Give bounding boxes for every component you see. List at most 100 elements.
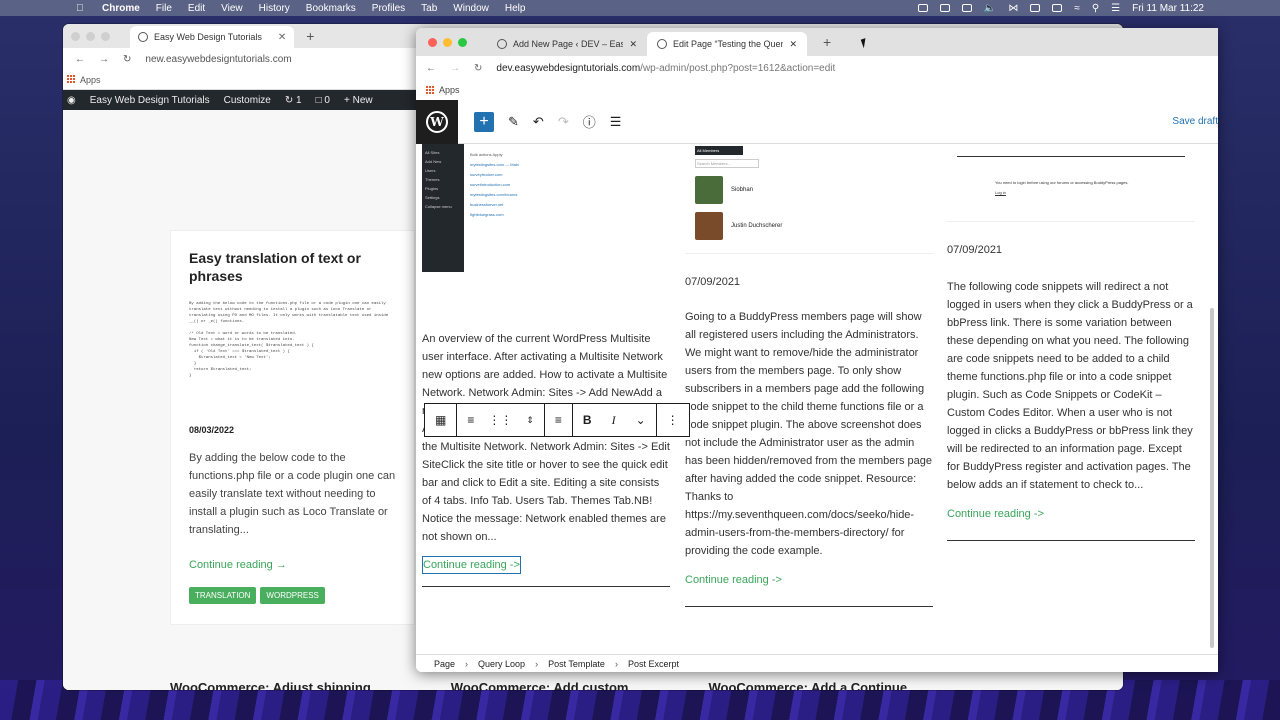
tab-add-new-page[interactable]: Add New Page ‹ DEV – Easy Web ✕: [487, 32, 647, 56]
tab-edit-page[interactable]: Edit Page “Testing the Query L ✕: [647, 32, 807, 56]
post-column-bp-redirect: You need to login before using our forum…: [947, 144, 1195, 541]
members-screenshot: All Members Search Members... Siobhan Ju…: [685, 144, 933, 254]
close-window-icon[interactable]: [428, 37, 437, 47]
adminbar-site-name[interactable]: Easy Web Design Tutorials: [90, 95, 210, 106]
close-tab-icon[interactable]: ✕: [629, 39, 637, 50]
breadcrumb-post-template[interactable]: Post Template: [548, 659, 605, 669]
italic-icon[interactable]: I: [602, 404, 626, 436]
screen-record-icon[interactable]: [917, 4, 928, 12]
apps-bookmark[interactable]: Apps: [80, 75, 101, 85]
apps-grid-icon[interactable]: [426, 85, 435, 95]
minimize-dot-icon[interactable]: [86, 31, 95, 41]
window-controls: [428, 37, 467, 47]
add-block-button[interactable]: +: [474, 111, 494, 132]
back-tab[interactable]: Easy Web Design Tutorials ✕: [130, 26, 295, 48]
keyboard-icon[interactable]: [1030, 4, 1041, 12]
bluetooth-icon[interactable]: ⋈: [1008, 3, 1018, 14]
menu-window[interactable]: Window: [453, 3, 489, 14]
wifi-icon[interactable]: ≈: [1074, 3, 1080, 14]
back-url-text[interactable]: new.easywebdesigntutorials.com: [145, 54, 291, 65]
close-tab-icon[interactable]: ✕: [789, 39, 797, 50]
reload-icon[interactable]: ↻: [123, 54, 131, 65]
apps-grid-icon[interactable]: [67, 75, 76, 84]
menu-tab[interactable]: Tab: [421, 3, 437, 14]
block-type-icon[interactable]: ▦: [425, 404, 458, 436]
editor-scrollbar[interactable]: [1210, 308, 1214, 648]
breadcrumb-page[interactable]: Page: [434, 659, 455, 669]
more-formatting-chevron-icon[interactable]: ⌄: [626, 404, 657, 436]
editor-canvas[interactable]: All Sites Add New Users Themes Plugins S…: [416, 144, 1218, 658]
block-options-icon[interactable]: ⋮: [657, 404, 689, 436]
next-post-title[interactable]: WooCommerce: Add a Continue: [708, 680, 907, 690]
list-view-icon[interactable]: ☰: [610, 114, 622, 130]
adminbar-comments[interactable]: □ 0: [316, 95, 330, 106]
menu-file[interactable]: File: [156, 3, 172, 14]
align-icon[interactable]: ≡: [545, 404, 573, 436]
menu-bookmarks[interactable]: Bookmarks: [306, 3, 356, 14]
apps-bookmark[interactable]: Apps: [439, 85, 460, 95]
post-excerpt[interactable]: An overview of the current WordPress Mul…: [422, 330, 670, 546]
dropbox-icon[interactable]: [939, 4, 950, 12]
url-field[interactable]: dev.easywebdesigntutorials.com/wp-admin/…: [496, 63, 835, 74]
tag-translation[interactable]: TRANSLATION: [189, 587, 257, 604]
forward-arrow-icon[interactable]: →: [450, 63, 460, 74]
control-center-icon[interactable]: ☰: [1111, 3, 1120, 14]
undo-icon[interactable]: ↶: [533, 114, 544, 130]
menu-view[interactable]: View: [221, 3, 243, 14]
continue-reading-link[interactable]: Continue reading →: [189, 559, 396, 571]
back-arrow-icon[interactable]: ←: [75, 54, 85, 65]
menu-history[interactable]: History: [259, 3, 290, 14]
menu-edit[interactable]: Edit: [188, 3, 205, 14]
next-post-title[interactable]: WooCommerce: Add custom: [451, 680, 629, 690]
new-tab-icon[interactable]: +: [823, 34, 831, 50]
post-title[interactable]: Easy translation of text or phrases: [189, 249, 396, 285]
post-excerpt[interactable]: The following code snippets will redirec…: [947, 278, 1195, 494]
back-arrow-icon[interactable]: ←: [426, 63, 436, 74]
adminbar-new[interactable]: + New: [344, 95, 373, 106]
volume-icon[interactable]: 🔈: [984, 3, 996, 14]
breadcrumb-post-excerpt[interactable]: Post Excerpt: [628, 659, 679, 669]
forward-arrow-icon[interactable]: →: [99, 54, 109, 65]
redo-icon[interactable]: ↷: [558, 114, 569, 130]
breadcrumb-query-loop[interactable]: Query Loop: [478, 659, 525, 669]
globe-icon: [138, 32, 148, 42]
new-tab-icon[interactable]: +: [306, 28, 314, 44]
apple-icon[interactable]: : [76, 3, 88, 14]
zoom-window-icon[interactable]: [458, 37, 467, 47]
window-controls-inactive: [71, 31, 110, 41]
front-address-bar[interactable]: ← → ↻ dev.easywebdesigntutorials.com/wp-…: [416, 56, 1218, 80]
continue-reading-link[interactable]: Continue reading ->: [685, 574, 933, 586]
continue-reading-link[interactable]: Continue reading ->: [947, 508, 1195, 520]
menubar-clock[interactable]: Fri 11 Mar 11:22: [1132, 3, 1204, 14]
minimize-window-icon[interactable]: [443, 37, 452, 47]
post-excerpt[interactable]: Going to a BuddyPress members page will …: [685, 308, 933, 560]
menu-help[interactable]: Help: [505, 3, 526, 14]
member-row: Justin Duchscherer: [685, 212, 933, 240]
next-post-title[interactable]: WooCommerce: Adjust shipping: [170, 680, 371, 690]
close-tab-icon[interactable]: ✕: [278, 32, 286, 43]
app-status-icon[interactable]: [961, 4, 972, 12]
tag-wordpress[interactable]: WORDPRESS: [260, 587, 325, 604]
pencil-tools-icon[interactable]: ✎: [508, 114, 519, 130]
post-tags: TRANSLATION WORDPRESS: [189, 587, 396, 604]
wordpress-logo-button[interactable]: W: [416, 99, 458, 144]
drag-handle-icon[interactable]: ⋮⋮: [484, 404, 516, 436]
post-excerpt-block-icon[interactable]: ≡: [457, 404, 484, 436]
move-up-down-icon[interactable]: ⇕: [516, 404, 545, 436]
continue-reading-link-selected[interactable]: Continue reading ->: [422, 556, 521, 574]
close-dot-icon[interactable]: [71, 31, 80, 41]
wordpress-logo-icon[interactable]: ◉: [67, 95, 76, 106]
menu-profiles[interactable]: Profiles: [372, 3, 405, 14]
adminbar-updates[interactable]: ↻ 1: [285, 95, 302, 106]
battery-icon[interactable]: [1052, 4, 1063, 12]
bold-icon[interactable]: B: [573, 404, 602, 436]
reload-icon[interactable]: ↻: [474, 63, 482, 74]
updates-count: 1: [296, 94, 302, 106]
zoom-dot-icon[interactable]: [101, 31, 110, 41]
menubar-app-name[interactable]: Chrome: [102, 3, 140, 14]
details-info-icon[interactable]: ⓘ: [583, 112, 596, 131]
adminbar-customize[interactable]: Customize: [224, 95, 271, 106]
spotlight-search-icon[interactable]: ⚲: [1092, 3, 1099, 14]
save-draft-button[interactable]: Save draft: [1172, 116, 1218, 127]
foreground-browser-window[interactable]: Add New Page ‹ DEV – Easy Web ✕ Edit Pag…: [416, 28, 1218, 672]
